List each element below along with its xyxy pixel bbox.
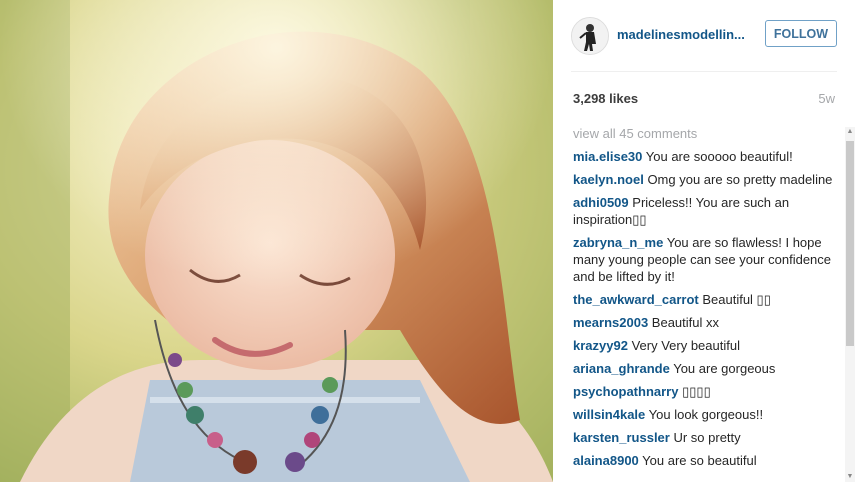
view-all-comments-link[interactable]: view all 45 comments xyxy=(573,125,835,142)
comment: psychopathnarry ▯▯▯▯ xyxy=(573,383,835,400)
profile-avatar-icon xyxy=(572,18,608,54)
comment-text: You are sooooo beautiful! xyxy=(645,149,793,164)
post-side-panel: madelinesmodellin... FOLLOW 3,298 likes … xyxy=(553,0,857,482)
post-stats: 3,298 likes 5w xyxy=(573,91,835,107)
comment-username[interactable]: the_awkward_carrot xyxy=(573,292,699,307)
scroll-down-arrow-icon[interactable]: ▼ xyxy=(846,473,854,481)
comment-username[interactable]: mia.elise30 xyxy=(573,149,642,164)
comment-username[interactable]: willsin4kale xyxy=(573,407,645,422)
comment-text: Very Very beautiful xyxy=(631,338,740,353)
comment-username[interactable]: zabryna_n_me xyxy=(573,235,663,250)
comment: ariana_ghrande You are gorgeous xyxy=(573,360,835,377)
comment-username[interactable]: karsten_russler xyxy=(573,430,670,445)
comment: alaina8900 You are so beautiful xyxy=(573,452,835,469)
comment-text: Ur so pretty xyxy=(673,430,741,445)
comment: willsin4kale You look gorgeous!! xyxy=(573,406,835,423)
scrollbar-thumb[interactable] xyxy=(846,141,854,346)
comment-username[interactable]: mearns2003 xyxy=(573,315,648,330)
header-divider xyxy=(571,71,837,72)
comment: krazyy92 Very Very beautiful xyxy=(573,337,835,354)
username-link[interactable]: madelinesmodellin... xyxy=(617,27,767,42)
comment: zabryna_n_me You are so flawless! I hope… xyxy=(573,234,835,285)
comment-text: You look gorgeous!! xyxy=(648,407,764,422)
comment: kaelyn.noel Omg you are so pretty madeli… xyxy=(573,171,835,188)
comment: the_awkward_carrot Beautiful ▯▯ xyxy=(573,291,835,308)
comment: karsten_russler Ur so pretty xyxy=(573,429,835,446)
comment-username[interactable]: ariana_ghrande xyxy=(573,361,670,376)
comment: mearns2003 Beautiful xx xyxy=(573,314,835,331)
comment-username[interactable]: kaelyn.noel xyxy=(573,172,644,187)
comment: adhi0509 Priceless!! You are such an ins… xyxy=(573,194,835,228)
comment-text: ▯▯▯▯ xyxy=(682,384,711,399)
comments-list: view all 45 comments mia.elise30 You are… xyxy=(573,124,835,482)
comment-username[interactable]: krazyy92 xyxy=(573,338,628,353)
comment-text: You are gorgeous xyxy=(673,361,776,376)
avatar[interactable] xyxy=(571,17,609,55)
comments-scrollbar[interactable]: ▲ ▼ xyxy=(845,127,855,482)
post-photo[interactable] xyxy=(0,0,553,482)
comment-text: Omg you are so pretty madeline xyxy=(647,172,833,187)
comment: mia.elise30 You are sooooo beautiful! xyxy=(573,148,835,165)
comment-username[interactable]: alaina8900 xyxy=(573,453,639,468)
likes-count[interactable]: 3,298 likes xyxy=(573,91,638,106)
comment-text: Beautiful xx xyxy=(651,315,719,330)
scroll-up-arrow-icon[interactable]: ▲ xyxy=(846,128,854,136)
post-age[interactable]: 5w xyxy=(818,91,835,106)
follow-button[interactable]: FOLLOW xyxy=(765,20,837,47)
comment-text: Beautiful ▯▯ xyxy=(702,292,771,307)
portrait-photo xyxy=(0,0,553,482)
comment-username[interactable]: psychopathnarry xyxy=(573,384,678,399)
post-header: madelinesmodellin... FOLLOW xyxy=(571,15,837,57)
comment-username[interactable]: adhi0509 xyxy=(573,195,629,210)
comment-text: You are so beautiful xyxy=(642,453,757,468)
